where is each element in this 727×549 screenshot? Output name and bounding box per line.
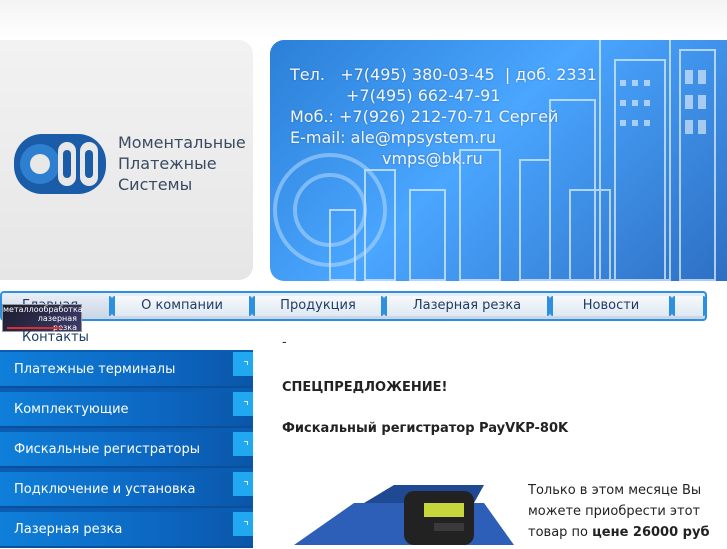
- nav-about[interactable]: О компании: [112, 296, 252, 316]
- nav-laser[interactable]: Лазерная резка: [384, 296, 550, 316]
- mps-logo-icon[interactable]: [10, 128, 110, 198]
- content-dash: -: [282, 335, 287, 350]
- nav-news[interactable]: Новости: [550, 296, 672, 316]
- nav-products[interactable]: Продукция: [252, 296, 384, 316]
- sidebar-item-label: Комплектующие: [14, 402, 129, 417]
- sidebar-item-label: Фискальные регистраторы: [14, 442, 200, 457]
- sidebar-item-installation[interactable]: Подключение и установка ⌝: [0, 472, 253, 508]
- product-image[interactable]: [284, 463, 524, 545]
- logo-line-2: Платежные: [118, 154, 217, 173]
- laser-beam-line: [7, 327, 62, 329]
- product-description: Только в этом месяце Вы можете приобрест…: [528, 480, 718, 543]
- nav-extra[interactable]: [672, 296, 706, 316]
- corner-arrow-icon: ⌝: [233, 352, 253, 376]
- sidebar-item-terminals[interactable]: Платежные терминалы ⌝: [0, 352, 253, 388]
- mobile[interactable]: Моб.: +7(926) 212-70-71 Сергей: [290, 107, 558, 126]
- contact-info: Тел. +7(495) 380-03-45 | доб. 2331 +7(49…: [290, 65, 597, 168]
- special-offer-heading: СПЕЦПРЕДЛОЖЕНИЕ!: [282, 380, 448, 395]
- laser-cutting-badge[interactable]: металлообработка лазерная резка: [2, 304, 83, 332]
- tel-2[interactable]: +7(495) 662-47-91: [346, 86, 501, 105]
- main-nav: Главная О компании Продукция Лазерная ре…: [0, 291, 707, 321]
- sidebar-item-components[interactable]: Комплектующие ⌝: [0, 392, 253, 428]
- tel-label: Тел.: [290, 65, 325, 84]
- email-2[interactable]: vmps@bk.ru: [382, 149, 483, 168]
- product-price: цене 26000 руб: [592, 525, 710, 540]
- product-title[interactable]: Фискальный регистратор PayVKP-80K: [282, 421, 568, 436]
- nav-contacts[interactable]: Контакты: [22, 330, 89, 345]
- badge-line-2: лазерная: [37, 314, 77, 323]
- corner-arrow-icon: ⌝: [233, 392, 253, 416]
- corner-arrow-icon: ⌝: [233, 472, 253, 496]
- sidebar-item-label: Платежные терминалы: [14, 362, 176, 377]
- corner-arrow-icon: ⌝: [233, 512, 253, 536]
- sidebar-item-label: Подключение и установка: [14, 482, 196, 497]
- sidebar-item-fiscal[interactable]: Фискальные регистраторы ⌝: [0, 432, 253, 468]
- email[interactable]: E-mail: ale@mpsystem.ru: [290, 128, 496, 147]
- tel-1[interactable]: +7(495) 380-03-45: [340, 65, 495, 84]
- logo-text[interactable]: Моментальные Платежные Системы: [118, 132, 246, 195]
- top-strip: [0, 0, 727, 40]
- corner-arrow-icon: ⌝: [233, 432, 253, 456]
- header-banner: Тел. +7(495) 380-03-45 | доб. 2331 +7(49…: [270, 40, 727, 281]
- badge-line-1: металлообработка: [3, 305, 83, 314]
- tel-ext: доб. 2331: [515, 65, 597, 84]
- logo-line-1: Моментальные: [118, 133, 246, 152]
- sidebar-item-laser[interactable]: Лазерная резка ⌝: [0, 512, 253, 548]
- sidebar: Платежные терминалы ⌝ Комплектующие ⌝ Фи…: [0, 350, 253, 548]
- logo-line-3: Системы: [118, 175, 193, 194]
- fiscal-printer-icon: [294, 485, 514, 545]
- sidebar-item-label: Лазерная резка: [14, 522, 123, 537]
